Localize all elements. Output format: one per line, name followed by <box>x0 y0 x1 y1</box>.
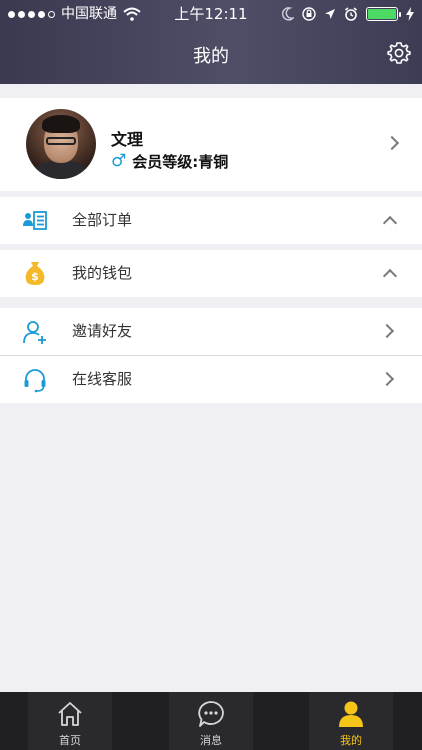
rotation-lock-icon <box>302 7 316 21</box>
home-icon <box>58 702 82 726</box>
avatar[interactable] <box>26 109 96 179</box>
battery-fill <box>368 9 396 19</box>
battery-icon <box>366 7 401 21</box>
chevron-right-icon <box>384 135 400 151</box>
moon-icon <box>282 7 294 21</box>
menu-item-online-service[interactable]: 在线客服 <box>0 356 422 403</box>
tab-bar: 首页 消息 我的 <box>0 692 422 750</box>
tab-home-label: 首页 <box>59 734 81 747</box>
menu-item-invite-label: 邀请好友 <box>72 322 133 340</box>
member-level-text: 会员等级:青铜 <box>132 153 229 171</box>
profile-card[interactable]: 文理 ♂ 会员等级:青铜 <box>0 98 422 191</box>
svg-text:$: $ <box>31 270 39 283</box>
chevron-up-icon <box>382 268 398 284</box>
page-title: 我的 <box>193 46 229 67</box>
user-icon <box>339 701 363 727</box>
chevron-right-icon <box>379 323 395 339</box>
tab-messages-label: 消息 <box>200 734 222 747</box>
menu-item-wallet-label: 我的钱包 <box>72 264 133 282</box>
money-bag-icon: $ <box>25 262 45 285</box>
alarm-icon <box>345 7 357 21</box>
tab-home[interactable]: 首页 <box>28 692 112 750</box>
status-right <box>282 0 414 28</box>
chat-bubble-icon <box>198 701 224 727</box>
male-gender-icon: ♂ <box>111 151 127 171</box>
menu-item-invite-friends[interactable]: 邀请好友 <box>0 308 422 355</box>
menu-item-wallet[interactable]: $ 我的钱包 <box>0 250 422 297</box>
order-list-icon <box>23 211 47 230</box>
header: 中国联通 上午12:11 我的 <box>0 0 422 84</box>
headset-icon <box>24 369 46 393</box>
chevron-right-icon <box>379 371 395 387</box>
menu-item-service-label: 在线客服 <box>72 370 133 388</box>
tab-messages[interactable]: 消息 <box>169 692 253 750</box>
gear-icon <box>387 42 411 64</box>
location-icon <box>325 9 335 19</box>
member-level: ♂ 会员等级:青铜 <box>111 151 228 172</box>
status-bar: 中国联通 上午12:11 <box>0 0 422 28</box>
tab-mine-label: 我的 <box>340 734 362 747</box>
profile-name: 文理 <box>111 130 144 149</box>
menu-item-orders-label: 全部订单 <box>72 211 133 229</box>
charging-icon <box>406 7 414 21</box>
settings-button[interactable] <box>386 40 412 66</box>
chevron-up-icon <box>382 215 398 231</box>
menu-item-orders[interactable]: 全部订单 <box>0 197 422 244</box>
add-user-icon <box>23 321 46 344</box>
tab-mine[interactable]: 我的 <box>309 692 393 750</box>
